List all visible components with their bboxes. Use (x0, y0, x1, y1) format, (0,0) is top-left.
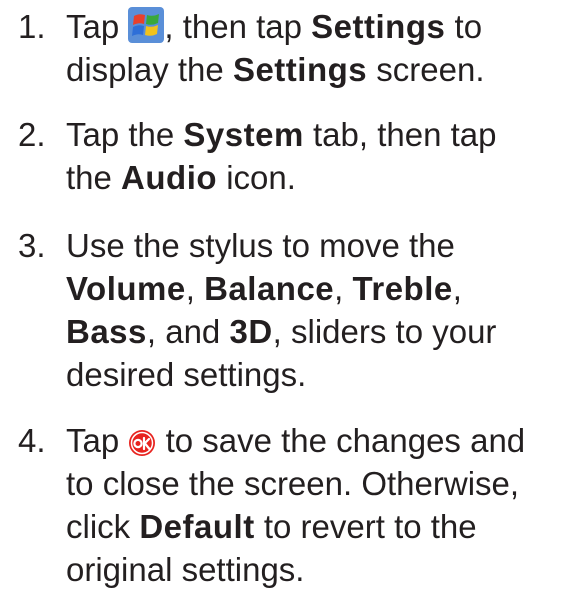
step-line: Use the stylus to move the (66, 227, 455, 264)
text: click (66, 508, 131, 545)
text: to revert to the (263, 508, 477, 545)
bold-term: Audio (121, 159, 218, 196)
text: , sliders to your (272, 313, 497, 350)
step-line: original settings. (66, 551, 305, 588)
bold-term: Settings (311, 8, 446, 45)
step-line: display the Settings screen. (66, 48, 571, 91)
text: to save the changes and (165, 422, 526, 459)
text: the (66, 159, 112, 196)
bold-term: Bass (66, 313, 147, 350)
step-line: Tap to save the changes and (66, 419, 571, 462)
step-text: Tap the System tab, then tap the Audio i… (66, 113, 571, 199)
bold-term: System (183, 116, 304, 153)
text: to (454, 8, 483, 45)
text: display the (66, 51, 224, 88)
text: , and (146, 313, 221, 350)
step-line: Tap , then tap Settings to (66, 5, 571, 48)
step-line: the Audio icon. (66, 156, 571, 199)
text: tab, then tap (313, 116, 497, 153)
step-text: Use the stylus to move the Volume, Balan… (66, 224, 571, 396)
step-line: to close the screen. Otherwise, (66, 465, 520, 502)
step-line: click Default to revert to the (66, 505, 571, 548)
text: Tap the (66, 116, 175, 153)
step-text: Tap to save the changes and to close the… (66, 419, 571, 591)
step-number: 1. (18, 8, 46, 45)
step-line: Bass, and 3D, sliders to your (66, 310, 571, 353)
step-line: Volume, Balance, Treble, (66, 270, 462, 307)
text: icon. (226, 159, 296, 196)
step-number: 4. (18, 422, 46, 459)
text: screen. (376, 51, 485, 88)
bold-term: 3D (229, 313, 273, 350)
text: , then tap (164, 8, 302, 45)
bold-term: Treble (352, 270, 453, 307)
text: Tap (66, 422, 120, 459)
bold-term: Volume (66, 270, 186, 307)
step-line: Tap the System tab, then tap (66, 113, 571, 156)
bold-term: Settings (232, 51, 368, 88)
bold-term: Balance (204, 270, 335, 307)
step-text: Tap , then tap Settings to display the S… (66, 5, 571, 91)
step-number: 3. (18, 227, 46, 264)
step-line: desired settings. (66, 356, 307, 393)
ok-icon (128, 424, 156, 467)
instruction-steps: 1. Tap , then tap Settings to display th… (0, 0, 576, 588)
text: Tap (66, 8, 120, 45)
windows-start-icon (128, 7, 165, 53)
step-number: 2. (18, 116, 46, 153)
bold-term: Default (139, 508, 255, 545)
